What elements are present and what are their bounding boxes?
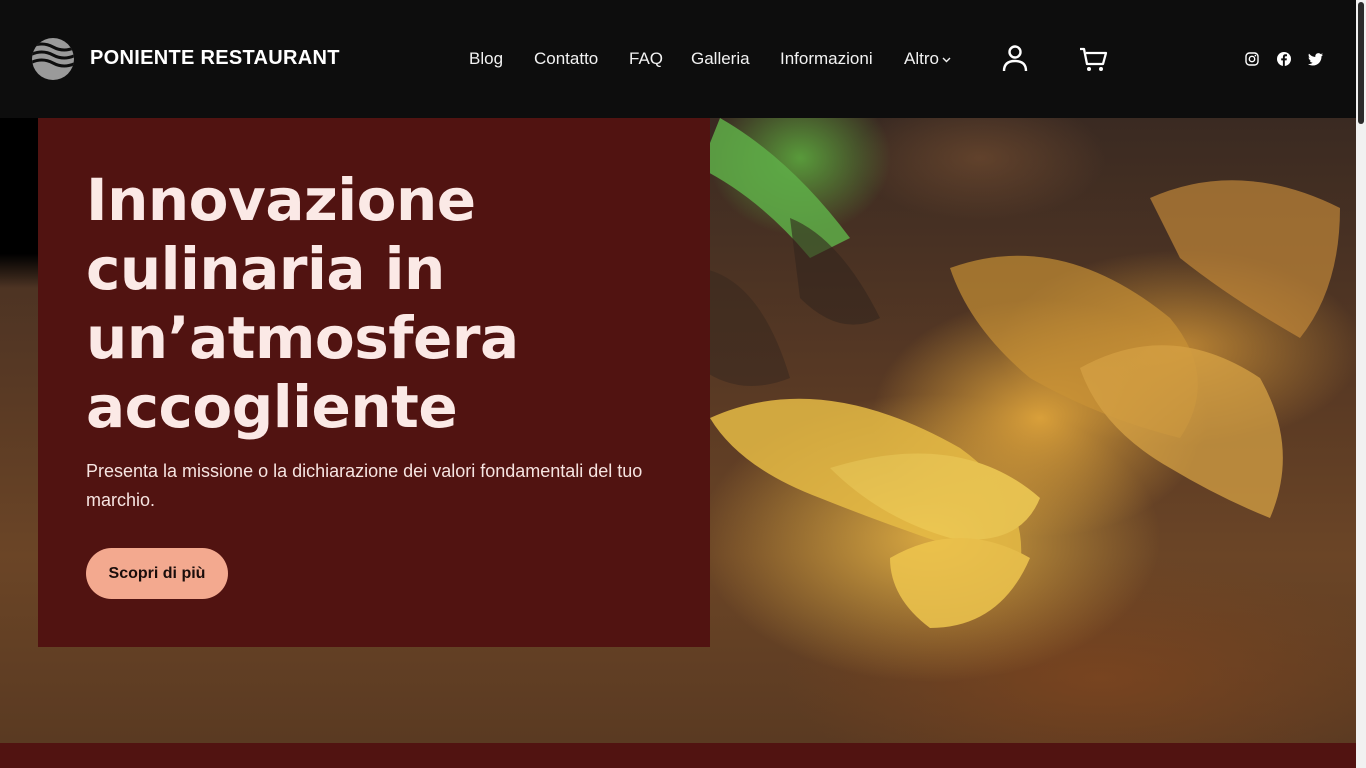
nav-item-contatto[interactable]: Contatto — [534, 46, 598, 72]
logo-icon[interactable] — [30, 37, 76, 81]
nav-item-blog[interactable]: Blog — [469, 46, 503, 72]
cart-icon[interactable] — [1078, 44, 1108, 74]
hero-card: Innovazione culinaria in un’atmosfera ac… — [38, 118, 710, 647]
hero-heading: Innovazione culinaria in un’atmosfera ac… — [86, 166, 686, 442]
hero-background-image — [700, 118, 1340, 628]
instagram-icon[interactable] — [1244, 51, 1260, 67]
scrollbar-thumb[interactable] — [1358, 2, 1364, 124]
chevron-down-icon — [942, 57, 951, 63]
hero-section: Innovazione culinaria in un’atmosfera ac… — [0, 118, 1356, 743]
facebook-icon[interactable] — [1276, 51, 1292, 67]
twitter-icon[interactable] — [1308, 51, 1324, 67]
site-header: PONIENTE RESTAURANT Blog Contatto FAQ Ga… — [0, 0, 1356, 118]
nav-item-altro[interactable]: Altro — [904, 46, 951, 72]
nav-item-informazioni[interactable]: Informazioni — [780, 46, 873, 72]
nav-item-galleria[interactable]: Galleria — [691, 46, 750, 72]
next-section-band — [0, 743, 1356, 768]
learn-more-button[interactable]: Scopri di più — [86, 548, 228, 599]
nav-item-faq[interactable]: FAQ — [629, 46, 663, 72]
nav-item-altro-label: Altro — [904, 49, 939, 68]
hero-heading-line: accogliente — [86, 373, 458, 441]
hero-shadow — [0, 118, 40, 288]
hero-subtitle: Presenta la missione o la dichiarazione … — [86, 461, 643, 510]
hero-heading-line: culinaria in — [86, 235, 445, 303]
hero-heading-line: Innovazione — [86, 166, 476, 234]
user-icon[interactable] — [1001, 44, 1029, 74]
site-title[interactable]: PONIENTE RESTAURANT — [90, 45, 340, 71]
hero-heading-line: un’atmosfera — [86, 304, 519, 372]
